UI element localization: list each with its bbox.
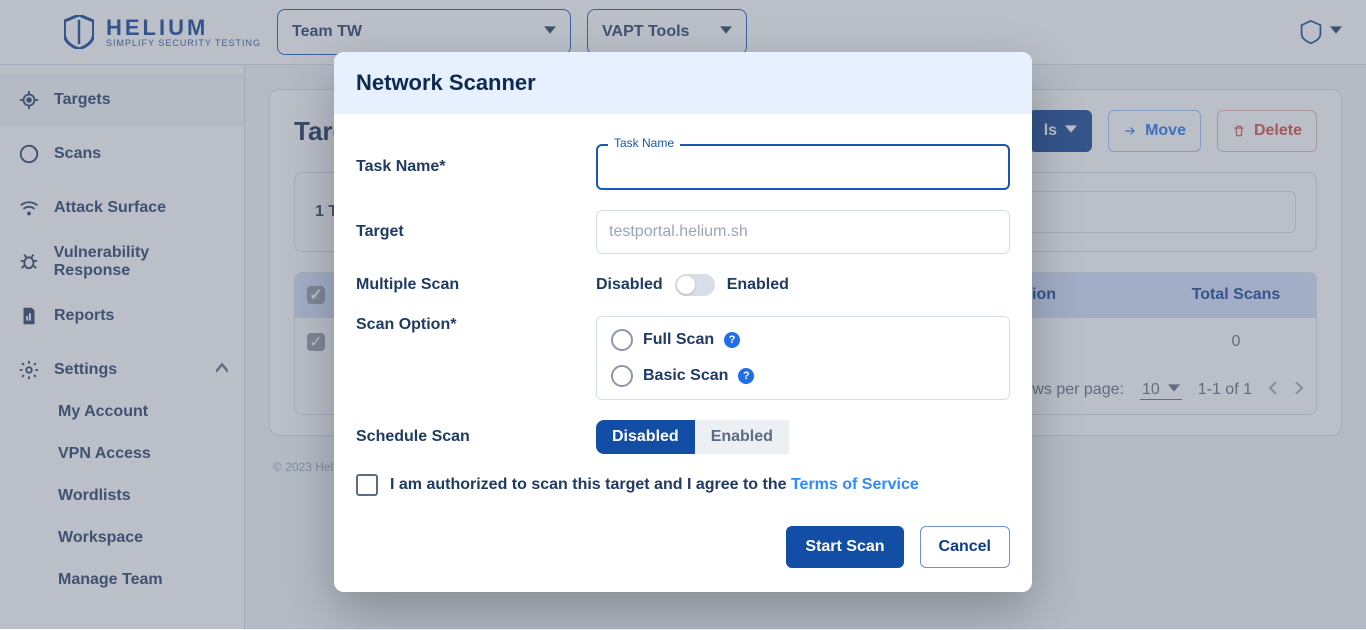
schedule-enabled[interactable]: Enabled [695,420,789,454]
task-name-legend: Task Name [608,136,680,150]
modal-overlay[interactable]: Network Scanner Task Name* Task Name Tar… [0,0,1366,629]
task-name-field[interactable]: Task Name [596,144,1010,190]
scan-option-group: Full Scan ? Basic Scan ? [596,316,1010,400]
start-scan-button[interactable]: Start Scan [786,526,903,568]
help-icon[interactable]: ? [738,368,754,384]
target-label: Target [356,223,576,241]
consent-checkbox[interactable] [356,474,378,496]
multiple-disabled-label: Disabled [596,276,663,294]
scan-option-label: Scan Option* [356,316,576,334]
multiple-enabled-label: Enabled [727,276,789,294]
cancel-button[interactable]: Cancel [920,526,1010,568]
scan-option-basic[interactable]: Basic Scan ? [611,365,995,387]
modal-title: Network Scanner [334,52,1032,114]
radio-icon [611,365,633,387]
task-name-label: Task Name* [356,158,576,176]
multiple-scan-toggle[interactable] [675,274,715,296]
schedule-toggle[interactable]: Disabled Enabled [596,420,1010,454]
target-placeholder: testportal.helium.sh [609,223,748,241]
schedule-label: Schedule Scan [356,428,576,446]
terms-link[interactable]: Terms of Service [791,476,919,493]
schedule-disabled[interactable]: Disabled [596,420,695,454]
network-scanner-modal: Network Scanner Task Name* Task Name Tar… [334,52,1032,592]
scan-option-full[interactable]: Full Scan ? [611,329,995,351]
target-field[interactable]: testportal.helium.sh [596,210,1010,254]
consent-text: I am authorized to scan this target and … [390,476,919,494]
task-name-input[interactable] [610,158,996,176]
multiple-scan-label: Multiple Scan [356,276,576,294]
help-icon[interactable]: ? [724,332,740,348]
radio-icon [611,329,633,351]
